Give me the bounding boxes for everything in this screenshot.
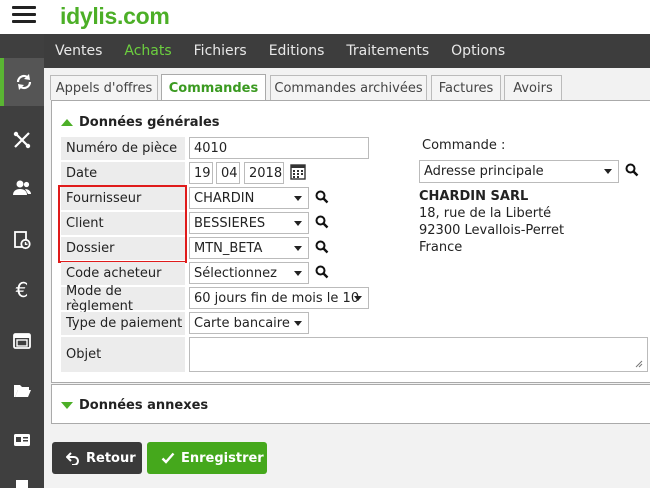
commande-label: Commande :: [422, 138, 506, 153]
commande-address-select[interactable]: Adresse principale: [419, 160, 619, 183]
hamburger-menu-icon[interactable]: [12, 6, 36, 24]
document-clock-icon[interactable]: [0, 216, 44, 264]
supplier-company-name: CHARDIN SARL: [419, 189, 529, 204]
annex-data-panel[interactable]: Données annexes: [51, 384, 650, 424]
chevron-down-icon: [294, 196, 302, 201]
highlight-box: [58, 185, 187, 263]
undo-icon: [66, 452, 79, 465]
section-header-general[interactable]: Données générales: [61, 115, 220, 130]
calendar-icon[interactable]: [0, 316, 44, 364]
mode-reglement-select[interactable]: 60 jours fin de mois le 10: [189, 287, 369, 309]
id-card-icon[interactable]: [0, 416, 44, 464]
euro-icon[interactable]: €: [0, 266, 44, 314]
menu-item-editions[interactable]: Editions: [258, 43, 336, 59]
back-button-label: Retour: [86, 450, 136, 466]
chevron-down-icon: [354, 296, 362, 301]
resize-handle-icon[interactable]: [635, 360, 643, 368]
chevron-down-icon: [294, 271, 302, 276]
sync-icon[interactable]: [0, 58, 44, 106]
date-month-input[interactable]: 04: [216, 162, 240, 184]
menu-item-ventes[interactable]: Ventes: [44, 43, 113, 59]
search-icon[interactable]: [315, 190, 329, 204]
client-select[interactable]: BESSIERES: [189, 212, 309, 234]
type-paiement-value: Carte bancaire: [194, 315, 290, 331]
calendar-picker-icon[interactable]: [290, 164, 306, 180]
chevron-down-icon: [294, 246, 302, 251]
tab-appels-offres[interactable]: Appels d'offres: [50, 75, 158, 100]
objet-textarea[interactable]: [189, 337, 648, 372]
supplier-country: France: [419, 240, 463, 255]
label-objet: Objet: [61, 337, 185, 372]
supplier-street: 18, rue de la Liberté: [419, 206, 552, 221]
document-icon[interactable]: [0, 464, 44, 488]
label-numero-piece: Numéro de pièce: [61, 137, 185, 160]
search-icon[interactable]: [625, 163, 639, 177]
section-header-annexes[interactable]: Données annexes: [61, 398, 208, 413]
tab-avoirs[interactable]: Avoirs: [504, 75, 562, 100]
code-acheteur-select[interactable]: Sélectionnez: [189, 262, 309, 284]
tab-commandes[interactable]: Commandes: [161, 74, 266, 101]
logo[interactable]: idylis.com: [60, 3, 170, 30]
chevron-down-icon: [294, 221, 302, 226]
chevron-down-icon: [294, 321, 302, 326]
menu-item-achats[interactable]: Achats: [113, 43, 182, 59]
mode-reglement-value: 60 jours fin de mois le 10: [194, 290, 360, 306]
tools-icon[interactable]: [0, 116, 44, 164]
section-title: Données générales: [79, 115, 220, 130]
label-date: Date: [61, 162, 185, 185]
top-bar: idylis.com: [0, 0, 650, 34]
date-year-input[interactable]: 2018: [244, 162, 284, 184]
label-type-paiement: Type de paiement: [61, 312, 185, 335]
save-button[interactable]: Enregistrer: [147, 442, 267, 474]
dossier-select[interactable]: MTN_BETA: [189, 237, 309, 259]
content-area: Appels d'offres Commandes Commandes arch…: [44, 68, 650, 488]
chevron-down-icon: [604, 169, 612, 174]
dossier-value: MTN_BETA: [194, 240, 263, 256]
folder-open-icon[interactable]: [0, 366, 44, 414]
numero-piece-input[interactable]: 4010: [189, 137, 369, 159]
main-menu: Ventes Achats Fichiers Editions Traiteme…: [44, 34, 650, 68]
tab-factures[interactable]: Factures: [431, 75, 501, 100]
supplier-city: 92300 Levallois-Perret: [419, 223, 565, 238]
date-day-input[interactable]: 19: [189, 162, 213, 184]
users-icon[interactable]: [0, 164, 44, 212]
fournisseur-value: CHARDIN: [194, 190, 255, 206]
section-title: Données annexes: [79, 398, 209, 413]
search-icon[interactable]: [315, 215, 329, 229]
label-code-acheteur: Code acheteur: [61, 262, 185, 285]
collapse-arrow-icon: [61, 119, 73, 126]
menu-item-fichiers[interactable]: Fichiers: [183, 43, 258, 59]
client-value: BESSIERES: [194, 215, 266, 231]
tab-commandes-archivees[interactable]: Commandes archivées: [270, 75, 427, 100]
type-paiement-select[interactable]: Carte bancaire: [189, 312, 309, 334]
fournisseur-select[interactable]: CHARDIN: [189, 187, 309, 209]
search-icon[interactable]: [315, 240, 329, 254]
left-sidebar: €: [0, 34, 44, 488]
check-icon: [161, 452, 175, 464]
expand-arrow-icon: [61, 402, 73, 409]
menu-item-traitements[interactable]: Traitements: [335, 43, 440, 59]
general-data-panel: Données générales Numéro de pièce 4010 D…: [51, 100, 650, 383]
back-button[interactable]: Retour: [52, 442, 142, 474]
save-button-label: Enregistrer: [181, 450, 264, 466]
label-mode-reglement: Mode de règlement: [61, 284, 185, 314]
search-icon[interactable]: [315, 265, 329, 279]
commande-address-value: Adresse principale: [424, 164, 544, 179]
menu-item-options[interactable]: Options: [440, 43, 516, 59]
code-acheteur-value: Sélectionnez: [194, 265, 277, 281]
